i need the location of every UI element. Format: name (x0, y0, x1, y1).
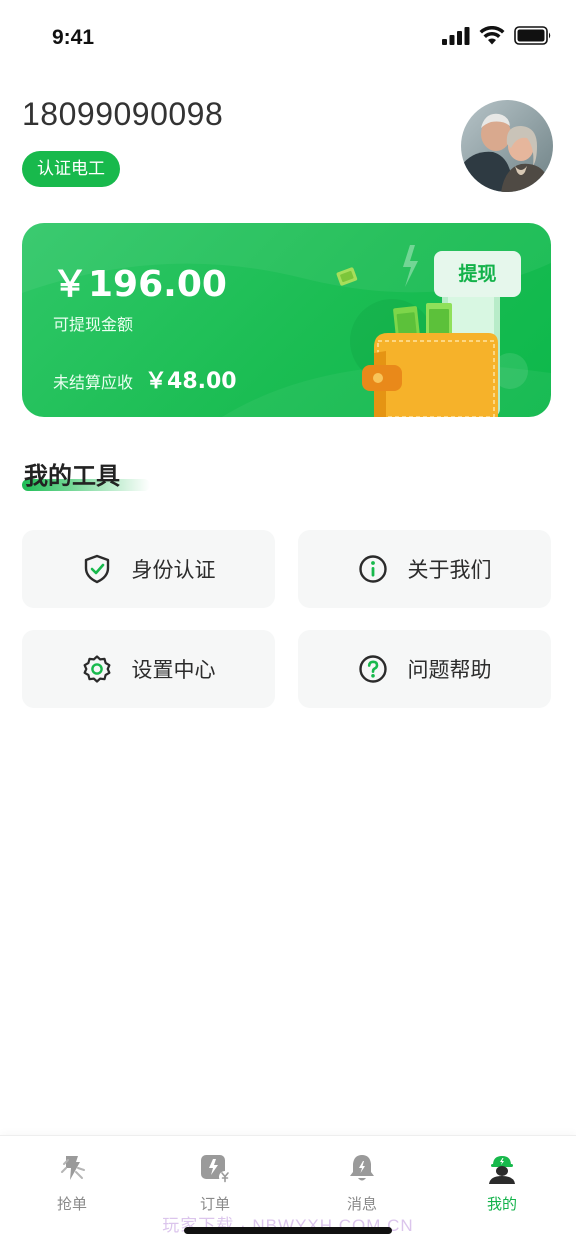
signal-icon (442, 26, 470, 49)
tool-label: 关于我们 (407, 558, 492, 582)
pending-amount: ￥48.00 (145, 369, 237, 394)
status-bar: 9:41 (0, 0, 576, 76)
question-icon (358, 654, 388, 684)
home-indicator (184, 1227, 392, 1234)
certified-electrician-badge: 认证电工 (22, 151, 120, 187)
pending-receivable: 未结算应收 ￥48.00 (53, 363, 237, 395)
shield-check-icon (82, 554, 112, 584)
user-phone-number: 18099090098 (22, 96, 224, 132)
grab-order-icon (56, 1152, 88, 1184)
gear-icon (82, 654, 112, 684)
avatar[interactable] (461, 100, 553, 192)
withdrawable-amount: ￥196.00 (52, 264, 227, 305)
status-icons (442, 25, 552, 49)
tab-mine[interactable]: 我的 (452, 1152, 552, 1214)
info-icon (358, 554, 388, 584)
tool-label: 身份认证 (131, 558, 216, 582)
tool-help[interactable]: 问题帮助 (298, 630, 551, 708)
tool-label: 问题帮助 (407, 658, 492, 682)
tool-settings-center[interactable]: 设置中心 (22, 630, 275, 708)
tab-orders[interactable]: 订单 (165, 1152, 265, 1214)
withdraw-button[interactable]: 提现 (434, 251, 521, 297)
wifi-icon (479, 25, 505, 49)
withdrawable-label: 可提现金额 (53, 315, 134, 334)
tool-label: 设置中心 (131, 658, 216, 682)
tab-messages[interactable]: 消息 (312, 1152, 412, 1214)
tab-grab-order[interactable]: 抢单 (22, 1152, 122, 1214)
balance-card: ￥196.00 可提现金额 未结算应收 ￥48.00 提现 (22, 223, 551, 417)
section-title-my-tools: 我的工具 (24, 462, 120, 490)
tool-identity-verification[interactable]: 身份认证 (22, 530, 275, 608)
tool-about-us[interactable]: 关于我们 (298, 530, 551, 608)
status-time: 9:41 (52, 26, 95, 49)
worker-icon (486, 1152, 518, 1184)
bell-icon (346, 1152, 378, 1184)
pending-label: 未结算应收 (53, 373, 134, 392)
order-icon (199, 1152, 231, 1184)
battery-icon (514, 26, 552, 49)
